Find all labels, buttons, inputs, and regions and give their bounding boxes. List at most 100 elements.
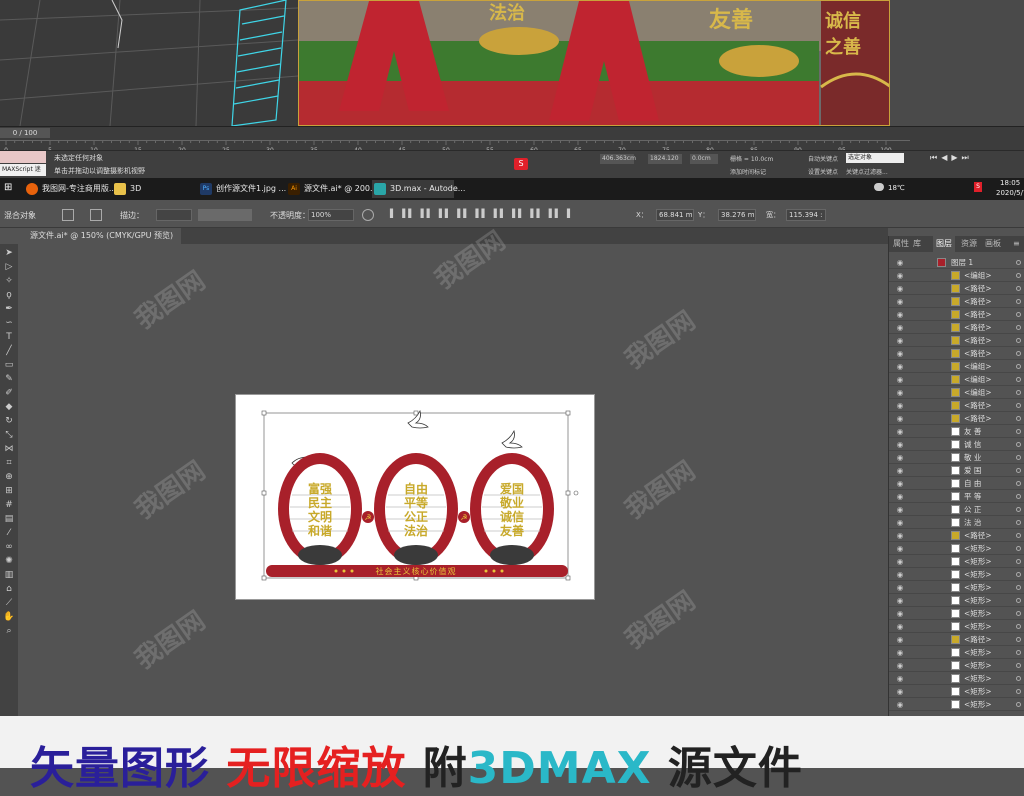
z-coordinate-field[interactable]: 0.0cm <box>690 154 718 164</box>
target-circle-icon[interactable] <box>1016 429 1021 434</box>
target-circle-icon[interactable] <box>1016 377 1021 382</box>
layer-row[interactable]: ◉ 平 等 <box>889 490 1024 503</box>
tab-assets[interactable]: 资源 <box>961 236 977 252</box>
layer-row[interactable]: ◉ <矩形> <box>889 646 1024 659</box>
visibility-eye-icon[interactable]: ◉ <box>895 516 905 529</box>
visibility-eye-icon[interactable]: ◉ <box>895 425 905 438</box>
hand-tool-icon[interactable]: ✋ <box>3 612 15 622</box>
playback-controls[interactable]: ⏮◀▶⏭ <box>930 153 973 163</box>
visibility-eye-icon[interactable]: ◉ <box>895 269 905 282</box>
visibility-eye-icon[interactable]: ◉ <box>895 490 905 503</box>
x-position-field[interactable]: 68.841 m <box>656 209 694 221</box>
clock-time[interactable]: 18:05 <box>1000 179 1020 187</box>
visibility-eye-icon[interactable]: ◉ <box>895 412 905 425</box>
layer-row[interactable]: ◉ <路径> <box>889 295 1024 308</box>
visibility-eye-icon[interactable]: ◉ <box>895 503 905 516</box>
line-tool-icon[interactable]: ╱ <box>3 346 15 356</box>
visibility-eye-icon[interactable]: ◉ <box>895 698 905 711</box>
layer-row[interactable]: ◉ <路径> <box>889 529 1024 542</box>
visibility-eye-icon[interactable]: ◉ <box>895 256 905 269</box>
set-key-button[interactable]: 设置关键点 <box>808 167 838 176</box>
target-circle-icon[interactable] <box>1016 572 1021 577</box>
visibility-eye-icon[interactable]: ◉ <box>895 282 905 295</box>
layer-row[interactable]: ◉ <编组> <box>889 360 1024 373</box>
taskbar-item-photoshop[interactable]: Ps 创作源文件1.jpg ... <box>198 180 286 198</box>
target-circle-icon[interactable] <box>1016 312 1021 317</box>
target-circle-icon[interactable] <box>1016 338 1021 343</box>
perspective-grid-icon[interactable]: ⊞ <box>3 486 15 496</box>
target-circle-icon[interactable] <box>1016 364 1021 369</box>
visibility-eye-icon[interactable]: ◉ <box>895 607 905 620</box>
layer-row[interactable]: ◉ 自 由 <box>889 477 1024 490</box>
visibility-eye-icon[interactable]: ◉ <box>895 529 905 542</box>
document-tab[interactable]: 源文件.ai* @ 150% (CMYK/GPU 预览) <box>22 228 182 244</box>
target-circle-icon[interactable] <box>1016 585 1021 590</box>
target-circle-icon[interactable] <box>1016 559 1021 564</box>
visibility-eye-icon[interactable]: ◉ <box>895 620 905 633</box>
target-circle-icon[interactable] <box>1016 611 1021 616</box>
add-time-tag[interactable]: 添加时间标记 <box>730 167 766 176</box>
y-position-field[interactable]: 38.276 m <box>718 209 756 221</box>
layer-row[interactable]: ◉ 爱 国 <box>889 464 1024 477</box>
auto-key-button[interactable]: 自动关键点 <box>808 154 838 163</box>
symbol-sprayer-icon[interactable]: ✺ <box>3 556 15 566</box>
target-circle-icon[interactable] <box>1016 702 1021 707</box>
target-circle-icon[interactable] <box>1016 442 1021 447</box>
visibility-eye-icon[interactable]: ◉ <box>895 659 905 672</box>
layer-row[interactable]: ◉ <路径> <box>889 321 1024 334</box>
tab-properties[interactable]: 属性 <box>893 236 909 252</box>
target-circle-icon[interactable] <box>1016 546 1021 551</box>
layer-row[interactable]: ◉ <矩形> <box>889 568 1024 581</box>
target-circle-icon[interactable] <box>1016 390 1021 395</box>
align-icons[interactable]: ▌▐▌▐▌▐▌▐▌▐▌▐▌▐▌▐▌▐▌▐ <box>390 209 573 218</box>
stroke-swatch[interactable] <box>90 209 102 221</box>
visibility-eye-icon[interactable]: ◉ <box>895 477 905 490</box>
tab-libraries[interactable]: 库 <box>913 236 921 252</box>
selected-object-dropdown[interactable]: 选定对象 <box>846 153 904 163</box>
target-circle-icon[interactable] <box>1016 676 1021 681</box>
layer-row[interactable]: ◉ 法 治 <box>889 516 1024 529</box>
visibility-eye-icon[interactable]: ◉ <box>895 542 905 555</box>
visibility-eye-icon[interactable]: ◉ <box>895 321 905 334</box>
layer-row[interactable]: ◉ 敬 业 <box>889 451 1024 464</box>
target-circle-icon[interactable] <box>1016 624 1021 629</box>
target-circle-icon[interactable] <box>1016 481 1021 486</box>
visibility-eye-icon[interactable]: ◉ <box>895 334 905 347</box>
zoom-tool-icon[interactable]: ⌕ <box>3 626 15 636</box>
visibility-eye-icon[interactable]: ◉ <box>895 581 905 594</box>
eraser-icon[interactable]: ◆ <box>3 402 15 412</box>
scale-tool-icon[interactable]: ⤡ <box>3 430 15 440</box>
visibility-eye-icon[interactable]: ◉ <box>895 451 905 464</box>
layer-row[interactable]: ◉ <路径> <box>889 334 1024 347</box>
free-transform-icon[interactable]: ⌗ <box>3 458 15 468</box>
layer-row[interactable]: ◉ <路径> <box>889 308 1024 321</box>
layer-row[interactable]: ◉ 友 善 <box>889 425 1024 438</box>
visibility-eye-icon[interactable]: ◉ <box>895 633 905 646</box>
visibility-eye-icon[interactable]: ◉ <box>895 386 905 399</box>
windows-start-icon[interactable]: ⊞ <box>4 183 14 193</box>
visibility-eye-icon[interactable]: ◉ <box>895 399 905 412</box>
visibility-eye-icon[interactable]: ◉ <box>895 464 905 477</box>
render-viewport[interactable]: 法治 友善 诚信 之善 <box>298 0 890 126</box>
y-coordinate-field[interactable]: 1824.120 <box>648 154 682 164</box>
magic-wand-icon[interactable]: ✧ <box>3 276 15 286</box>
visibility-eye-icon[interactable]: ◉ <box>895 646 905 659</box>
visibility-eye-icon[interactable]: ◉ <box>895 295 905 308</box>
layer-row[interactable]: ◉ <路径> <box>889 347 1024 360</box>
target-circle-icon[interactable] <box>1016 533 1021 538</box>
taskbar-item-browser[interactable]: 我图网-专注商用版... <box>24 180 117 198</box>
stroke-weight-field[interactable] <box>156 209 192 221</box>
target-circle-icon[interactable] <box>1016 286 1021 291</box>
clock-date[interactable]: 2020/5/7 <box>996 189 1024 197</box>
layer-row[interactable]: ◉ <路径> <box>889 399 1024 412</box>
variable-width-dropdown[interactable] <box>198 209 252 221</box>
target-circle-icon[interactable] <box>1016 689 1021 694</box>
layer-row[interactable]: ◉ <矩形> <box>889 672 1024 685</box>
target-circle-icon[interactable] <box>1016 455 1021 460</box>
lasso-icon[interactable]: ϙ <box>3 290 15 300</box>
fill-swatch[interactable] <box>62 209 74 221</box>
layer-row[interactable]: ◉ <矩形> <box>889 698 1024 711</box>
shape-builder-icon[interactable]: ⊕ <box>3 472 15 482</box>
visibility-eye-icon[interactable]: ◉ <box>895 308 905 321</box>
maxscript-label[interactable]: MAXScript 迷 <box>0 164 46 176</box>
